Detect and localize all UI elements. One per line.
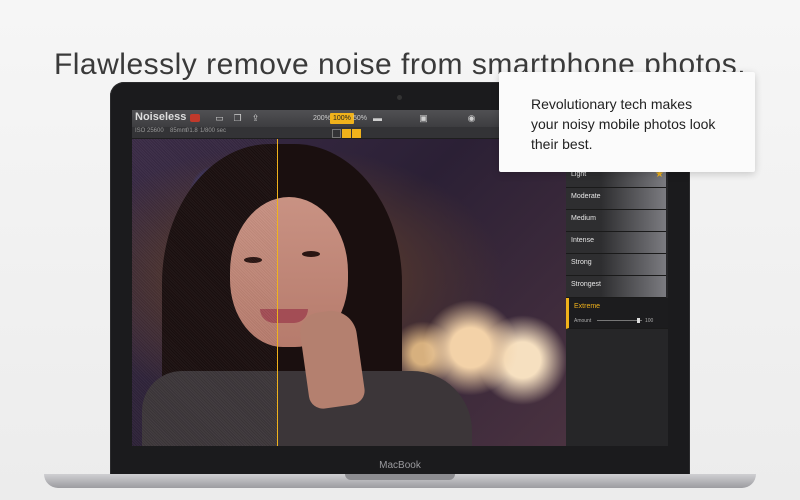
compare-icon[interactable]: ▣ [418,113,429,123]
device-brand-label: MacBook [379,460,421,471]
shutter-value: 1/800 sec [200,128,227,134]
amount-slider-track[interactable] [597,320,642,321]
focal-length-value: 85mm [170,128,187,134]
preset-label: Moderate [571,193,601,200]
webcam-icon [397,95,402,100]
preset-strong[interactable]: Strong [566,254,666,276]
amount-label: Amount [574,318,592,324]
feature-callout: Revolutionary tech makes your noisy mobi… [499,72,755,172]
noisy-before-region [132,139,277,446]
record-icon[interactable] [190,114,200,122]
photo-canvas[interactable] [132,139,566,446]
side-by-side-toggle[interactable] [352,129,361,138]
laptop-notch [345,474,455,480]
preset-label: Strongest [571,281,601,288]
copy-icon[interactable]: ❐ [232,113,243,123]
preset-medium[interactable]: Medium [566,210,666,232]
open-icon[interactable]: ▭ [214,113,225,123]
preset-panel: Light ★ Moderate Medium Intense Strong S… [566,139,668,446]
preset-moderate[interactable]: Moderate [566,188,666,210]
callout-text: Revolutionary tech makes your noisy mobi… [531,96,716,152]
zoom-50-button[interactable]: 50% [350,113,370,124]
eye-icon[interactable]: ◉ [466,113,477,123]
preset-extreme[interactable]: Extreme Amount 100 [566,298,668,329]
fit-icon[interactable]: ▬ [372,113,383,123]
share-icon[interactable]: ⇪ [250,113,261,123]
photo-eye-right [302,251,320,257]
aperture-value: f/1.8 [186,128,198,134]
preset-intense[interactable]: Intense [566,232,666,254]
preset-strongest[interactable]: Strongest [566,276,666,298]
amount-slider-thumb[interactable] [637,318,640,323]
iso-value: ISO 25600 [135,128,164,134]
preset-label: Strong [571,259,592,266]
preset-label: Extreme [574,303,601,310]
app-title: Noiseless [135,111,187,123]
compare-split-handle[interactable] [277,139,278,446]
preset-label: Medium [571,215,596,222]
single-view-toggle[interactable] [332,129,341,138]
split-view-toggle[interactable] [342,129,351,138]
amount-value: 100 [645,318,654,324]
preset-label: Light [571,171,587,178]
preset-label: Intense [571,237,594,244]
